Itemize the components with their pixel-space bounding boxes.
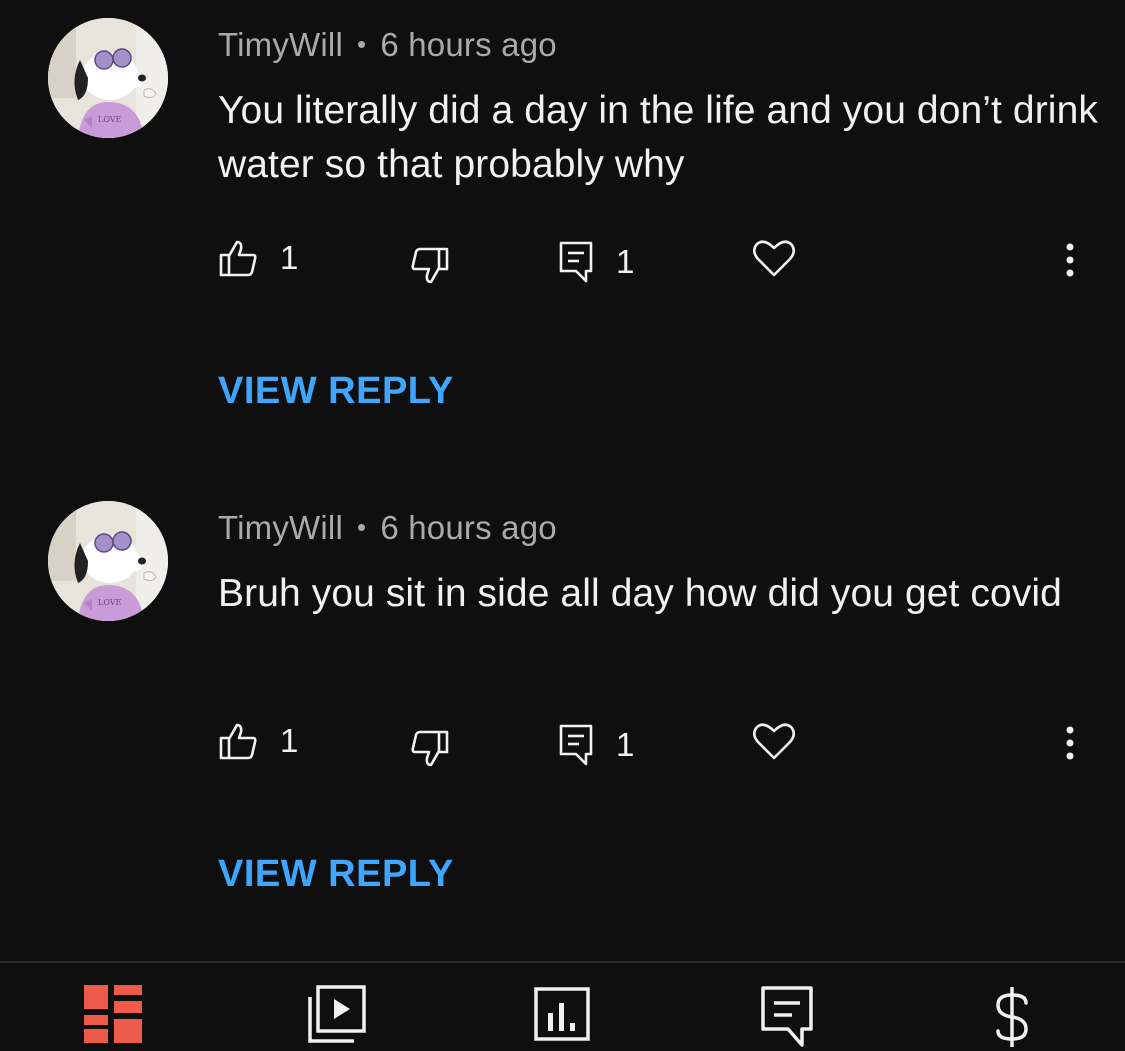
meta-separator: •: [357, 29, 367, 59]
heart-button[interactable]: [752, 238, 796, 278]
analytics-icon: [534, 987, 590, 1041]
nav-analytics[interactable]: [534, 985, 592, 1043]
svg-text:LOVE: LOVE: [98, 598, 122, 607]
reply-count: 1: [616, 726, 635, 763]
more-vertical-icon: [1066, 726, 1074, 760]
comment-meta: TimyWill • 6 hours ago: [218, 26, 557, 64]
nav-content[interactable]: [306, 985, 368, 1045]
reply-button[interactable]: 1: [558, 240, 634, 284]
svg-text:LOVE: LOVE: [98, 115, 122, 124]
like-count: 1: [280, 239, 299, 276]
comment-author[interactable]: TimyWill: [218, 26, 343, 63]
earn-icon: [996, 987, 1028, 1047]
dislike-button[interactable]: [410, 729, 450, 769]
dislike-button[interactable]: [410, 246, 450, 286]
thumbs-up-icon: [219, 723, 257, 760]
comment-actions: 1 1: [0, 236, 1125, 286]
content-icon: [308, 985, 366, 1043]
thumbs-down-icon: [411, 247, 449, 284]
comment-time: 6 hours ago: [380, 26, 557, 63]
meta-separator: •: [357, 512, 367, 542]
comment-author[interactable]: TimyWill: [218, 509, 343, 546]
like-button[interactable]: 1: [218, 721, 298, 761]
comment-time: 6 hours ago: [380, 509, 557, 546]
heart-button[interactable]: [752, 721, 796, 761]
reply-icon: [559, 241, 593, 283]
snoopy-avatar-icon: LOVE: [48, 18, 168, 138]
reply-icon: [559, 724, 593, 766]
dashboard-icon: [84, 985, 142, 1043]
snoopy-avatar-icon: LOVE: [48, 501, 168, 621]
view-reply-link[interactable]: VIEW REPLY: [218, 853, 454, 896]
like-count: 1: [280, 722, 299, 759]
view-reply-link[interactable]: VIEW REPLY: [218, 370, 454, 413]
avatar[interactable]: LOVE: [48, 18, 168, 138]
reply-count: 1: [616, 243, 635, 280]
comment-text: Bruh you sit in side all day how did you…: [218, 572, 1062, 615]
nav-earn[interactable]: [992, 985, 1032, 1049]
comments-screen: LOVE TimyWill • 6 hours ago You literally …: [0, 0, 1125, 1051]
thumbs-up-icon: [219, 240, 257, 277]
comment-actions: 1 1: [0, 719, 1125, 769]
more-options-button[interactable]: [1062, 723, 1078, 763]
comment-text: You literally did a day in the life and …: [218, 89, 1098, 186]
more-options-button[interactable]: [1062, 240, 1078, 280]
nav-comments[interactable]: [760, 985, 816, 1049]
more-vertical-icon: [1066, 243, 1074, 277]
heart-icon: [752, 240, 796, 277]
comment-meta: TimyWill • 6 hours ago: [218, 509, 557, 547]
heart-icon: [752, 723, 796, 760]
avatar[interactable]: LOVE: [48, 501, 168, 621]
thumbs-down-icon: [411, 730, 449, 767]
comments-icon: [761, 986, 813, 1047]
nav-dashboard[interactable]: [84, 985, 142, 1043]
reply-button[interactable]: 1: [558, 723, 634, 767]
like-button[interactable]: 1: [218, 238, 298, 278]
bottom-nav: [0, 961, 1125, 1051]
